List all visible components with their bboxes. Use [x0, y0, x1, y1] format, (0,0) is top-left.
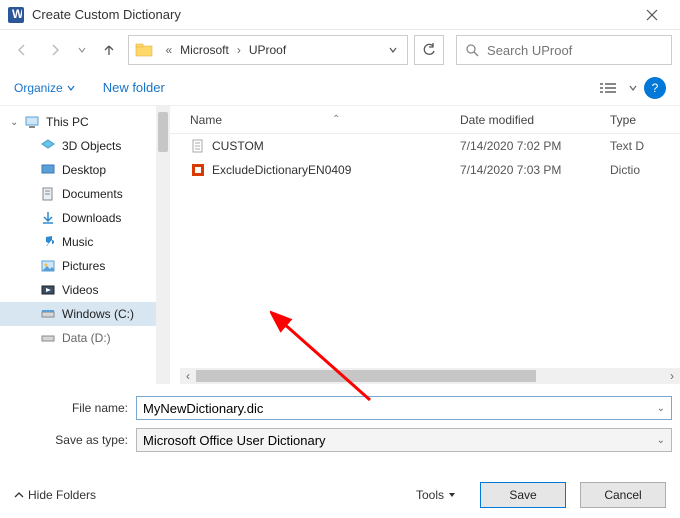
file-row[interactable]: CUSTOM 7/14/2020 7:02 PM Text D [170, 134, 680, 158]
desktop-icon [40, 162, 56, 178]
scroll-left-icon[interactable]: ‹ [180, 369, 196, 383]
toolbar: Organize New folder ? [0, 70, 680, 106]
tree-windows-c[interactable]: Windows (C:) [0, 302, 170, 326]
tree-label: Desktop [62, 163, 106, 177]
pictures-icon [40, 258, 56, 274]
drive-icon [40, 330, 56, 346]
file-modified: 7/14/2020 7:02 PM [460, 139, 610, 153]
organize-menu[interactable]: Organize [14, 81, 75, 95]
hide-folders-label: Hide Folders [28, 488, 96, 502]
file-type: Text D [610, 139, 680, 153]
tree-label: This PC [46, 115, 89, 129]
help-button[interactable]: ? [644, 77, 666, 99]
chevron-down-icon[interactable]: ⌄ [657, 403, 665, 414]
file-list: Name⌃ Date modified Type CUSTOM 7/14/202… [170, 106, 680, 384]
breadcrumb-microsoft[interactable]: Microsoft [180, 43, 229, 57]
forward-button [42, 36, 70, 64]
folder-icon [135, 41, 153, 59]
footer: Hide Folders Tools Save Cancel [0, 458, 680, 508]
scroll-right-icon[interactable]: › [664, 369, 680, 383]
tree-data-d[interactable]: Data (D:) [0, 326, 170, 350]
address-dropdown[interactable] [385, 46, 401, 54]
col-type[interactable]: Type [610, 106, 680, 133]
hide-folders-toggle[interactable]: Hide Folders [14, 488, 96, 502]
filename-input[interactable] [143, 401, 657, 416]
objects-icon [40, 138, 56, 154]
dialog-title: Create Custom Dictionary [32, 7, 632, 22]
music-icon [40, 234, 56, 250]
tree-desktop[interactable]: Desktop [0, 158, 170, 182]
svg-text:W: W [12, 9, 22, 21]
tree-3d-objects[interactable]: 3D Objects [0, 134, 170, 158]
tree-videos[interactable]: Videos [0, 278, 170, 302]
filename-combo[interactable]: ⌄ [136, 396, 672, 420]
search-icon [465, 43, 479, 57]
main-area: This PC 3D Objects Desktop Documents Dow… [0, 106, 680, 384]
tools-label: Tools [416, 488, 444, 502]
column-headers[interactable]: Name⌃ Date modified Type [170, 106, 680, 134]
recent-dropdown[interactable] [75, 36, 89, 64]
tree-scrollbar[interactable] [156, 106, 170, 384]
sort-indicator-icon: ⌃ [332, 114, 340, 125]
breadcrumb-uproof[interactable]: UProof [249, 43, 286, 57]
file-name: ExcludeDictionaryEN0409 [212, 163, 351, 177]
view-dropdown[interactable] [626, 76, 640, 100]
word-app-icon: W [8, 7, 24, 23]
saveas-combo[interactable]: ⌄ [136, 428, 672, 452]
folder-tree[interactable]: This PC 3D Objects Desktop Documents Dow… [0, 106, 170, 384]
videos-icon [40, 282, 56, 298]
downloads-icon [40, 210, 56, 226]
tree-label: Data (D:) [62, 331, 111, 345]
cancel-button[interactable]: Cancel [580, 482, 666, 508]
tree-label: Downloads [62, 211, 121, 225]
view-options[interactable] [594, 76, 622, 100]
back-button [8, 36, 36, 64]
search-box[interactable] [456, 35, 672, 65]
horizontal-scrollbar[interactable]: ‹ › [180, 368, 680, 384]
col-modified[interactable]: Date modified [460, 106, 610, 133]
file-row[interactable]: ExcludeDictionaryEN0409 7/14/2020 7:03 P… [170, 158, 680, 182]
chevron-up-icon [14, 490, 24, 500]
col-name[interactable]: Name⌃ [170, 106, 460, 133]
documents-icon [40, 186, 56, 202]
tree-label: Videos [62, 283, 98, 297]
file-modified: 7/14/2020 7:03 PM [460, 163, 610, 177]
drive-icon [40, 306, 56, 322]
tree-label: Pictures [62, 259, 105, 273]
tree-label: Windows (C:) [62, 307, 134, 321]
up-button[interactable] [95, 36, 123, 64]
file-name: CUSTOM [212, 139, 264, 153]
text-file-icon [190, 138, 206, 154]
tree-music[interactable]: Music [0, 230, 170, 254]
saveas-label: Save as type: [8, 433, 136, 447]
nav-row: « Microsoft › UProof [0, 30, 680, 70]
chevron-right-icon: › [229, 43, 249, 57]
address-bar[interactable]: « Microsoft › UProof [128, 35, 408, 65]
tree-label: Documents [62, 187, 123, 201]
tools-menu[interactable]: Tools [416, 488, 456, 502]
title-bar: W Create Custom Dictionary [0, 0, 680, 30]
tree-downloads[interactable]: Downloads [0, 206, 170, 230]
filename-label: File name: [8, 401, 136, 415]
saveas-input[interactable] [143, 433, 657, 448]
chevron-down-icon [67, 84, 75, 92]
close-button[interactable] [632, 0, 672, 30]
search-input[interactable] [487, 43, 663, 58]
chevron-down-icon [448, 491, 456, 499]
chevron-down-icon[interactable]: ⌄ [657, 435, 665, 446]
tree-label: Music [62, 235, 93, 249]
new-folder-button[interactable]: New folder [103, 80, 165, 95]
save-form: File name: ⌄ Save as type: ⌄ [0, 384, 680, 454]
organize-label: Organize [14, 81, 63, 95]
tree-documents[interactable]: Documents [0, 182, 170, 206]
file-type: Dictio [610, 163, 680, 177]
refresh-button[interactable] [414, 35, 444, 65]
breadcrumb-sep: « [157, 43, 180, 57]
tree-pictures[interactable]: Pictures [0, 254, 170, 278]
pc-icon [24, 114, 40, 130]
tree-this-pc[interactable]: This PC [0, 110, 170, 134]
tree-label: 3D Objects [62, 139, 121, 153]
office-file-icon [190, 162, 206, 178]
save-button[interactable]: Save [480, 482, 566, 508]
